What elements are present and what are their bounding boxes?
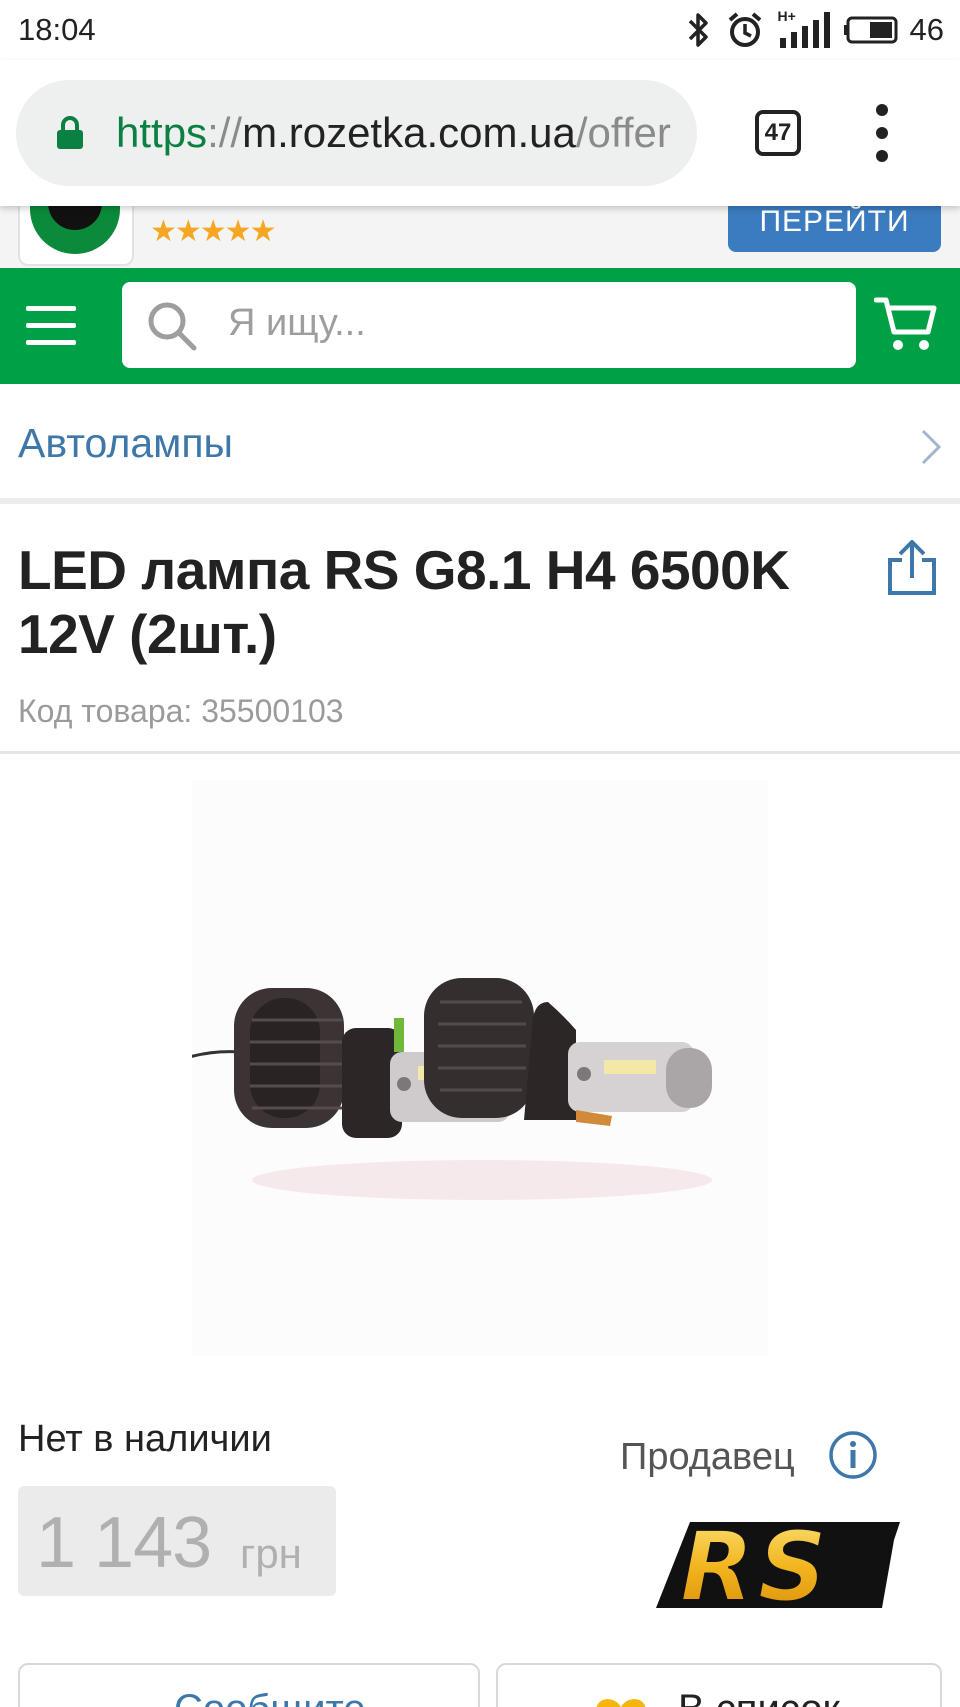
- status-bar: 18:04 H+ 46: [0, 0, 960, 60]
- heart-icon: [596, 1699, 646, 1707]
- share-icon[interactable]: [886, 540, 938, 596]
- rating-stars: ★★★★★: [150, 215, 276, 248]
- tab-count: 47: [764, 119, 792, 146]
- info-icon[interactable]: [828, 1430, 878, 1480]
- tab-switcher-button[interactable]: 47: [755, 110, 801, 156]
- breadcrumb-category[interactable]: Автолампы: [18, 420, 233, 467]
- url-scheme: https: [116, 109, 208, 156]
- notify-button-label: Сообщите: [174, 1687, 366, 1707]
- wishlist-button-label: В список: [678, 1687, 840, 1707]
- price-value: 1 143: [36, 1503, 212, 1583]
- divider: [0, 751, 960, 754]
- battery-icon: [843, 16, 898, 44]
- search-input[interactable]: Я ищу...: [122, 282, 856, 368]
- signal-icon: H+: [778, 8, 830, 50]
- search-icon: [148, 302, 197, 351]
- url-host: m.rozetka.com.ua: [242, 109, 576, 156]
- cart-icon[interactable]: [874, 294, 938, 354]
- search-placeholder: Я ищу...: [228, 302, 366, 344]
- hamburger-menu-icon[interactable]: [26, 306, 76, 346]
- promo-banner: ★★★★★ ПЕРЕЙТИ: [0, 206, 960, 268]
- url-path: /offer: [575, 109, 671, 156]
- battery-level: 46: [909, 12, 944, 47]
- status-icons: H+ 46: [686, 8, 944, 52]
- bluetooth-icon: [688, 13, 708, 47]
- lock-icon: [57, 116, 83, 149]
- notify-button[interactable]: Сообщите: [18, 1663, 480, 1707]
- product-image[interactable]: [192, 780, 768, 1356]
- seller-logo-text: RS: [680, 1511, 831, 1620]
- availability-status: Нет в наличии: [18, 1418, 272, 1460]
- browser-toolbar: https://m.rozetka.com.ua/offer 47: [0, 60, 960, 206]
- site-header: Я ищу...: [0, 268, 960, 384]
- seller-label: Продавец: [620, 1436, 795, 1478]
- product-code: Код товара: 35500103: [18, 693, 344, 729]
- url-text[interactable]: https://m.rozetka.com.ua/offer: [116, 107, 686, 159]
- seller-logo[interactable]: RS: [650, 1510, 912, 1620]
- app-logo: [18, 206, 134, 266]
- url-separator: ://: [207, 109, 243, 156]
- status-time: 18:04: [18, 12, 96, 47]
- browser-menu-icon[interactable]: [874, 104, 890, 162]
- price-currency: грн: [240, 1530, 302, 1577]
- breadcrumb[interactable]: Автолампы: [0, 384, 960, 504]
- alarm-icon: [728, 12, 761, 47]
- price-box: 1 143 грн: [18, 1486, 336, 1596]
- open-app-button[interactable]: ПЕРЕЙТИ: [728, 206, 941, 252]
- address-bar[interactable]: https://m.rozetka.com.ua/offer: [16, 80, 697, 186]
- product-title: LED лампа RS G8.1 H4 6500K 12V (2шт.): [18, 539, 790, 665]
- chevron-right-icon: [921, 429, 942, 465]
- add-to-wishlist-button[interactable]: В список: [496, 1663, 942, 1707]
